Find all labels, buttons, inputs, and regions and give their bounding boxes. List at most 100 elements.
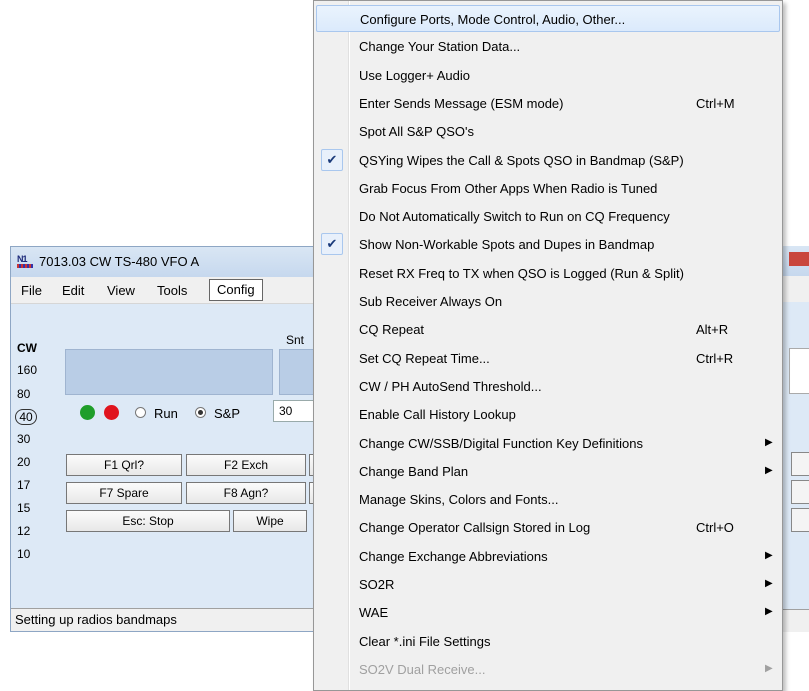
menu-item-use-logger-audio[interactable]: Use Logger+ Audio xyxy=(316,62,780,89)
run-label: Run xyxy=(154,406,178,421)
snt-label: Snt xyxy=(286,333,305,347)
menu-item-label: Change Band Plan xyxy=(359,463,469,479)
menu-item-label: Set CQ Repeat Time... xyxy=(359,350,490,366)
menu-item-qsying-wipes-the-call-spots-qso-in-bandmap-s-p[interactable]: ✔ QSYing Wipes the Call & Spots QSO in Ba… xyxy=(316,147,780,174)
menu-item-label: Change Operator Callsign Stored in Log xyxy=(359,520,591,536)
green-status-icon xyxy=(80,405,95,420)
menu-item-label: Clear *.ini File Settings xyxy=(359,633,491,649)
menu-item-sub-receiver-always-on[interactable]: Sub Receiver Always On xyxy=(316,288,780,315)
menu-item-do-not-automatically-switch-to-run-on-cq-frequency[interactable]: Do Not Automatically Switch to Run on CQ… xyxy=(316,203,780,230)
menu-item-label: Reset RX Freq to TX when QSO is Logged (… xyxy=(359,265,684,281)
menu-item-label: Change Your Station Data... xyxy=(359,39,521,55)
menu-item-enable-call-history-lookup[interactable]: Enable Call History Lookup xyxy=(316,401,780,428)
background-statusbar xyxy=(781,609,809,632)
f7-button[interactable]: F7 Spare xyxy=(66,482,182,504)
menu-item-so2v-dual-receive: SO2V Dual Receive... ▶ xyxy=(316,656,780,683)
menu-item-manage-skins-colors-and-fonts[interactable]: Manage Skins, Colors and Fonts... xyxy=(316,486,780,513)
band-10[interactable]: 10 xyxy=(17,547,49,561)
band-40-selected[interactable]: 40 xyxy=(15,409,37,425)
f1-button[interactable]: F1 Qrl? xyxy=(66,454,182,476)
menu-bar: File Edit View Tools Config xyxy=(11,277,339,304)
chevron-right-icon: ▶ xyxy=(765,662,773,674)
entry-window: N1 7013.03 CW TS-480 VFO A File Edit Vie… xyxy=(10,246,340,632)
background-button[interactable] xyxy=(791,452,809,476)
menu-edit[interactable]: Edit xyxy=(62,283,84,298)
menu-item-change-exchange-abbreviations[interactable]: Change Exchange Abbreviations ▶ xyxy=(316,543,780,570)
band-30[interactable]: 30 xyxy=(17,432,49,446)
sp-radio[interactable] xyxy=(195,407,206,418)
menu-item-change-your-station-data[interactable]: Change Your Station Data... xyxy=(316,33,780,60)
menu-item-shortcut: Alt+R xyxy=(696,322,729,338)
menu-item-shortcut: Ctrl+M xyxy=(696,95,735,111)
menu-item-label: Spot All S&P QSO's xyxy=(359,124,474,140)
chevron-right-icon: ▶ xyxy=(765,464,773,476)
menu-item-spot-all-s-p-qso-s[interactable]: Spot All S&P QSO's xyxy=(316,118,780,145)
menu-item-change-band-plan[interactable]: Change Band Plan ▶ xyxy=(316,458,780,485)
band-15[interactable]: 15 xyxy=(17,501,49,515)
menu-item-label: CW / PH AutoSend Threshold... xyxy=(359,378,542,394)
chevron-right-icon: ▶ xyxy=(765,549,773,561)
menu-item-show-non-workable-spots-and-dupes-in-bandmap[interactable]: ✔ Show Non-Workable Spots and Dupes in Ba… xyxy=(316,231,780,258)
menu-item-label: Grab Focus From Other Apps When Radio is… xyxy=(359,180,658,196)
menu-item-change-cw-ssb-digital-function-key-definitions[interactable]: Change CW/SSB/Digital Function Key Defin… xyxy=(316,430,780,457)
chevron-right-icon: ▶ xyxy=(765,606,773,618)
menu-item-label: Manage Skins, Colors and Fonts... xyxy=(359,492,559,508)
app-logo-icon: N1 xyxy=(17,255,33,268)
menu-file[interactable]: File xyxy=(21,283,42,298)
menu-item-grab-focus-from-other-apps-when-radio-is-tuned[interactable]: Grab Focus From Other Apps When Radio is… xyxy=(316,175,780,202)
wipe-button[interactable]: Wipe xyxy=(233,510,307,532)
f8-button[interactable]: F8 Agn? xyxy=(186,482,306,504)
menu-item-label: CQ Repeat xyxy=(359,322,425,338)
callsign-input[interactable] xyxy=(65,349,273,395)
menu-item-label: WAE xyxy=(359,605,389,621)
menu-item-reset-rx-freq-to-tx-when-qso-is-logged-run-split[interactable]: Reset RX Freq to TX when QSO is Logged (… xyxy=(316,260,780,287)
background-button[interactable] xyxy=(791,480,809,504)
menu-item-shortcut: Ctrl+R xyxy=(696,350,734,366)
menu-item-label: SO2V Dual Receive... xyxy=(359,661,486,677)
band-160[interactable]: 160 xyxy=(17,363,49,377)
red-status-icon xyxy=(104,405,119,420)
window-title: 7013.03 CW TS-480 VFO A xyxy=(39,254,200,269)
menu-item-configure-ports-mode-control-audio-other[interactable]: Configure Ports, Mode Control, Audio, Ot… xyxy=(316,5,780,32)
band-80[interactable]: 80 xyxy=(17,387,49,401)
menu-config[interactable]: Config xyxy=(209,279,263,301)
band-17[interactable]: 17 xyxy=(17,478,49,492)
band-20[interactable]: 20 xyxy=(17,455,49,469)
esc-stop-button[interactable]: Esc: Stop xyxy=(66,510,230,532)
background-window xyxy=(780,246,809,632)
background-button[interactable] xyxy=(791,508,809,532)
close-button[interactable] xyxy=(789,252,809,266)
menu-item-label: Change Exchange Abbreviations xyxy=(359,548,548,564)
menu-item-enter-sends-message-esm-mode[interactable]: Enter Sends Message (ESM mode) Ctrl+M xyxy=(316,90,780,117)
menu-tools[interactable]: Tools xyxy=(157,283,187,298)
menu-item-cq-repeat[interactable]: CQ Repeat Alt+R xyxy=(316,316,780,343)
band-12[interactable]: 12 xyxy=(17,524,49,538)
chevron-right-icon: ▶ xyxy=(765,436,773,448)
menu-item-label: Enable Call History Lookup xyxy=(359,407,516,423)
chevron-right-icon: ▶ xyxy=(765,578,773,589)
menu-item-change-operator-callsign-stored-in-log[interactable]: Change Operator Callsign Stored in Log Ct… xyxy=(316,514,780,541)
sp-label: S&P xyxy=(214,406,241,421)
title-bar[interactable]: N1 7013.03 CW TS-480 VFO A xyxy=(11,247,339,277)
menu-item-wae[interactable]: WAE ▶ xyxy=(316,599,780,626)
f2-button[interactable]: F2 Exch xyxy=(186,454,306,476)
menu-item-label: Do Not Automatically Switch to Run on CQ… xyxy=(359,209,670,225)
background-menubar xyxy=(781,276,809,302)
menu-item-cw-ph-autosend-threshold[interactable]: CW / PH AutoSend Threshold... xyxy=(316,373,780,400)
menu-view[interactable]: View xyxy=(107,283,135,298)
menu-item-label: Configure Ports, Mode Control, Audio, Ot… xyxy=(360,12,626,27)
check-icon: ✔ xyxy=(321,148,343,171)
config-dropdown-menu: Configure Ports, Mode Control, Audio, Ot… xyxy=(313,0,783,691)
menu-item-label: SO2R xyxy=(359,577,395,592)
menu-item-label: Enter Sends Message (ESM mode) xyxy=(359,95,564,111)
menu-item-so2r[interactable]: SO2R ▶ xyxy=(316,571,780,598)
menu-item-clear-ini-file-settings[interactable]: Clear *.ini File Settings xyxy=(316,628,780,655)
menu-item-set-cq-repeat-time[interactable]: Set CQ Repeat Time... Ctrl+R xyxy=(316,345,780,372)
background-textbox xyxy=(789,348,809,394)
menu-item-label: Sub Receiver Always On xyxy=(359,294,503,309)
run-radio[interactable] xyxy=(135,407,146,418)
menu-item-label: Change CW/SSB/Digital Function Key Defin… xyxy=(359,435,643,451)
check-icon: ✔ xyxy=(321,233,343,256)
menu-item-label: QSYing Wipes the Call & Spots QSO in Ban… xyxy=(359,152,684,168)
menu-item-label: Show Non-Workable Spots and Dupes in Ban… xyxy=(359,237,655,253)
